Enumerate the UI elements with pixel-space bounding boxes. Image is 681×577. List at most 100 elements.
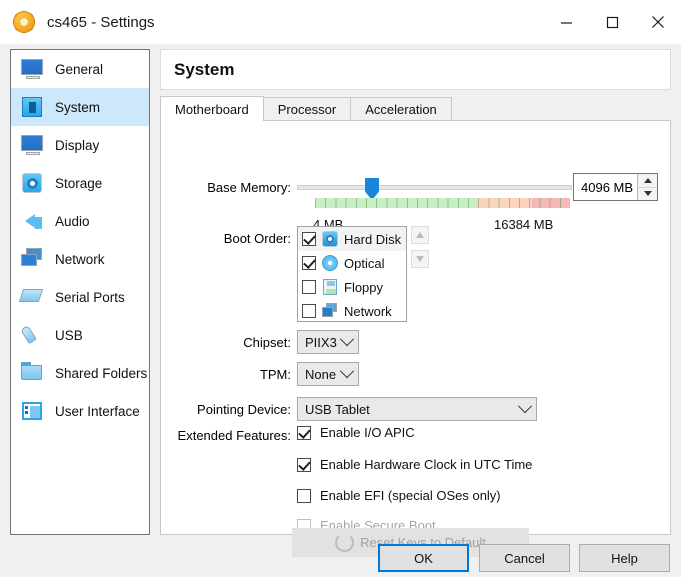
- sidebar-item-general[interactable]: General: [11, 50, 149, 88]
- maximize-icon[interactable]: [589, 0, 635, 44]
- window-title: cs465 - Settings: [47, 14, 155, 31]
- network-icon: [321, 302, 339, 320]
- checkbox-label: Enable I/O APIC: [320, 425, 415, 440]
- boot-item-label: Hard Disk: [344, 232, 401, 247]
- checkbox-enable-efi[interactable]: Enable EFI (special OSes only): [297, 488, 501, 503]
- usb-icon: [19, 322, 45, 348]
- sidebar-item-label: Display: [55, 138, 99, 153]
- sidebar-item-label: System: [55, 100, 100, 115]
- slider-handle[interactable]: [365, 178, 379, 200]
- window-controls: [543, 0, 681, 44]
- help-button[interactable]: Help: [579, 544, 670, 572]
- page-title: System: [174, 60, 234, 80]
- minimize-icon[interactable]: [543, 0, 589, 44]
- checkbox-io-apic[interactable]: Enable I/O APIC: [297, 425, 415, 440]
- checkbox-box[interactable]: [297, 489, 311, 503]
- pointing-device-value: USB Tablet: [305, 402, 370, 417]
- chip-icon: [19, 94, 45, 120]
- boot-item-label: Network: [344, 304, 392, 319]
- floppy-disk-icon: [321, 278, 339, 296]
- boot-item-label: Optical: [344, 256, 384, 271]
- hard-disk-icon: [321, 230, 339, 248]
- sidebar-item-display[interactable]: Display: [11, 126, 149, 164]
- tab-motherboard[interactable]: Motherboard: [160, 96, 264, 121]
- boot-item-checkbox[interactable]: [302, 256, 316, 270]
- move-up-icon[interactable]: [411, 226, 429, 244]
- boot-item-label: Floppy: [344, 280, 383, 295]
- pointing-device-dropdown[interactable]: USB Tablet: [297, 397, 537, 421]
- spinner-down-icon[interactable]: [638, 188, 657, 201]
- boot-order-list[interactable]: Hard Disk Optical Floppy Network: [297, 226, 407, 322]
- base-memory-max-label: 16384 MB: [494, 217, 553, 232]
- settings-dialog: General System Display Storage Audio Net…: [0, 44, 681, 577]
- tab-acceleration[interactable]: Acceleration: [350, 97, 452, 121]
- user-interface-icon: [19, 398, 45, 424]
- boot-order-reorder-buttons: [411, 226, 431, 274]
- hard-disk-icon: [19, 170, 45, 196]
- chipset-label: Chipset:: [181, 335, 291, 350]
- tpm-dropdown[interactable]: None: [297, 362, 359, 386]
- sidebar-item-usb[interactable]: USB: [11, 316, 149, 354]
- chipset-dropdown[interactable]: PIIX3: [297, 330, 359, 354]
- checkbox-label: Enable Hardware Clock in UTC Time: [320, 457, 532, 472]
- cancel-button[interactable]: Cancel: [479, 544, 570, 572]
- sidebar-item-label: General: [55, 62, 103, 77]
- close-icon[interactable]: [635, 0, 681, 44]
- virtualbox-gear-icon: [13, 11, 35, 33]
- checkbox-box[interactable]: [297, 458, 311, 472]
- tpm-value: None: [305, 367, 336, 382]
- page-header: System: [160, 49, 671, 90]
- base-memory-label: Base Memory:: [181, 180, 291, 195]
- monitor-icon: [19, 132, 45, 158]
- sidebar-item-label: Network: [55, 252, 105, 267]
- chevron-down-icon: [340, 332, 354, 346]
- sidebar-item-network[interactable]: Network: [11, 240, 149, 278]
- move-down-icon[interactable]: [411, 250, 429, 268]
- folder-icon: [19, 360, 45, 386]
- sidebar-item-label: Shared Folders: [55, 366, 147, 381]
- sidebar-item-label: USB: [55, 328, 83, 343]
- sidebar-item-user-interface[interactable]: User Interface: [11, 392, 149, 430]
- network-icon: [19, 246, 45, 272]
- base-memory-value[interactable]: 4096 MB: [574, 180, 637, 195]
- title-bar: cs465 - Settings: [0, 0, 681, 44]
- chevron-down-icon: [518, 399, 532, 413]
- boot-item-checkbox[interactable]: [302, 280, 316, 294]
- boot-order-label: Boot Order:: [181, 231, 291, 246]
- sidebar-item-label: Audio: [55, 214, 90, 229]
- checkbox-hardware-clock-utc[interactable]: Enable Hardware Clock in UTC Time: [297, 457, 532, 472]
- checkbox-box[interactable]: [297, 426, 311, 440]
- sidebar-item-system[interactable]: System: [11, 88, 149, 126]
- ok-button[interactable]: OK: [378, 544, 469, 572]
- chipset-value: PIIX3: [305, 335, 337, 350]
- sidebar-item-shared-folders[interactable]: Shared Folders: [11, 354, 149, 392]
- sidebar-item-storage[interactable]: Storage: [11, 164, 149, 202]
- boot-item-checkbox[interactable]: [302, 304, 316, 318]
- boot-item-floppy[interactable]: Floppy: [298, 275, 406, 299]
- boot-item-network[interactable]: Network: [298, 299, 406, 322]
- motherboard-tab-panel: Base Memory: 4 MB 16384 MB 4096 MB Boot …: [160, 120, 671, 535]
- tpm-label: TPM:: [181, 367, 291, 382]
- sidebar-item-label: User Interface: [55, 404, 140, 419]
- dialog-button-bar: OK Cancel Help: [0, 538, 681, 577]
- boot-item-optical[interactable]: Optical: [298, 251, 406, 275]
- boot-item-checkbox[interactable]: [302, 232, 316, 246]
- slider-groove: [297, 185, 572, 190]
- checkbox-label: Enable EFI (special OSes only): [320, 488, 501, 503]
- base-memory-spinbox[interactable]: 4096 MB: [573, 173, 658, 201]
- pointing-device-label: Pointing Device:: [169, 402, 291, 417]
- spinner-up-icon[interactable]: [638, 174, 657, 188]
- monitor-icon: [19, 56, 45, 82]
- sidebar-item-serial-ports[interactable]: Serial Ports: [11, 278, 149, 316]
- spinner-buttons: [637, 174, 657, 200]
- sidebar-item-audio[interactable]: Audio: [11, 202, 149, 240]
- tab-processor[interactable]: Processor: [263, 97, 352, 121]
- chevron-down-icon: [340, 364, 354, 378]
- serial-port-icon: [19, 284, 45, 310]
- boot-item-hard-disk[interactable]: Hard Disk: [298, 227, 406, 251]
- tab-bar: Motherboard Processor Acceleration: [160, 96, 671, 121]
- base-memory-slider[interactable]: [297, 178, 572, 214]
- sidebar-item-label: Serial Ports: [55, 290, 125, 305]
- extended-features-label: Extended Features:: [169, 428, 291, 443]
- scale-tick-marks: [315, 198, 570, 208]
